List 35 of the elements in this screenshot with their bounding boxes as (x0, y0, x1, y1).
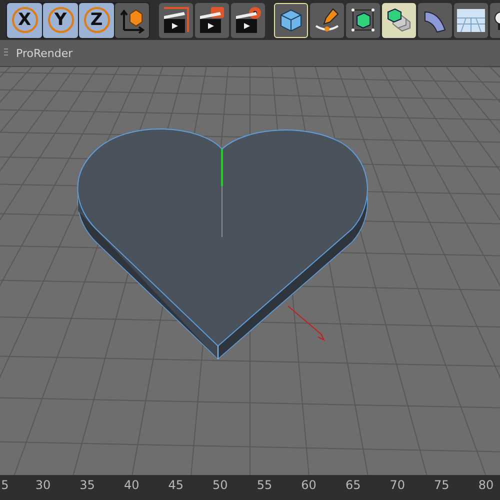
axis-gizmo[interactable] (221, 149, 326, 342)
frame-number: 5 (1, 478, 9, 492)
axis-lock-button[interactable]: Y (43, 2, 78, 38)
frame-number: 40 (124, 478, 140, 492)
frame-number: 30 (35, 478, 51, 492)
frame-number: 55 (256, 478, 272, 492)
clapboard-icon (197, 5, 227, 35)
heart-model[interactable] (77, 128, 368, 360)
tool-button[interactable] (274, 2, 308, 38)
tool-button[interactable] (490, 2, 500, 38)
array-icon (385, 6, 413, 34)
tool-button[interactable] (159, 2, 193, 38)
tool-button[interactable] (382, 2, 416, 38)
tool-button[interactable] (418, 2, 452, 38)
tool-button[interactable] (346, 2, 380, 38)
frame-number: 35 (80, 478, 95, 492)
tool-button[interactable] (115, 2, 149, 38)
axis-lock-button[interactable]: Z (79, 2, 114, 38)
frame-number: 75 (434, 478, 450, 492)
pen-icon (313, 6, 341, 34)
tool-button[interactable] (310, 2, 344, 38)
tool-button[interactable] (454, 2, 488, 38)
frame-number: 50 (212, 478, 228, 492)
frame-number: 60 (301, 478, 316, 492)
axis-lock-button[interactable]: X (7, 2, 42, 38)
framed-cube-icon (349, 6, 377, 34)
frame-number: 45 (168, 478, 184, 492)
clapboard-icon (161, 5, 191, 35)
tool-button[interactable] (231, 2, 265, 38)
frame-number: 70 (390, 478, 406, 492)
floor-icon (456, 6, 486, 34)
frame-number: 65 (345, 478, 361, 492)
frame-number: 80 (478, 478, 494, 492)
tool-button[interactable] (195, 2, 229, 38)
menu-item[interactable]: ProRender (16, 46, 73, 60)
